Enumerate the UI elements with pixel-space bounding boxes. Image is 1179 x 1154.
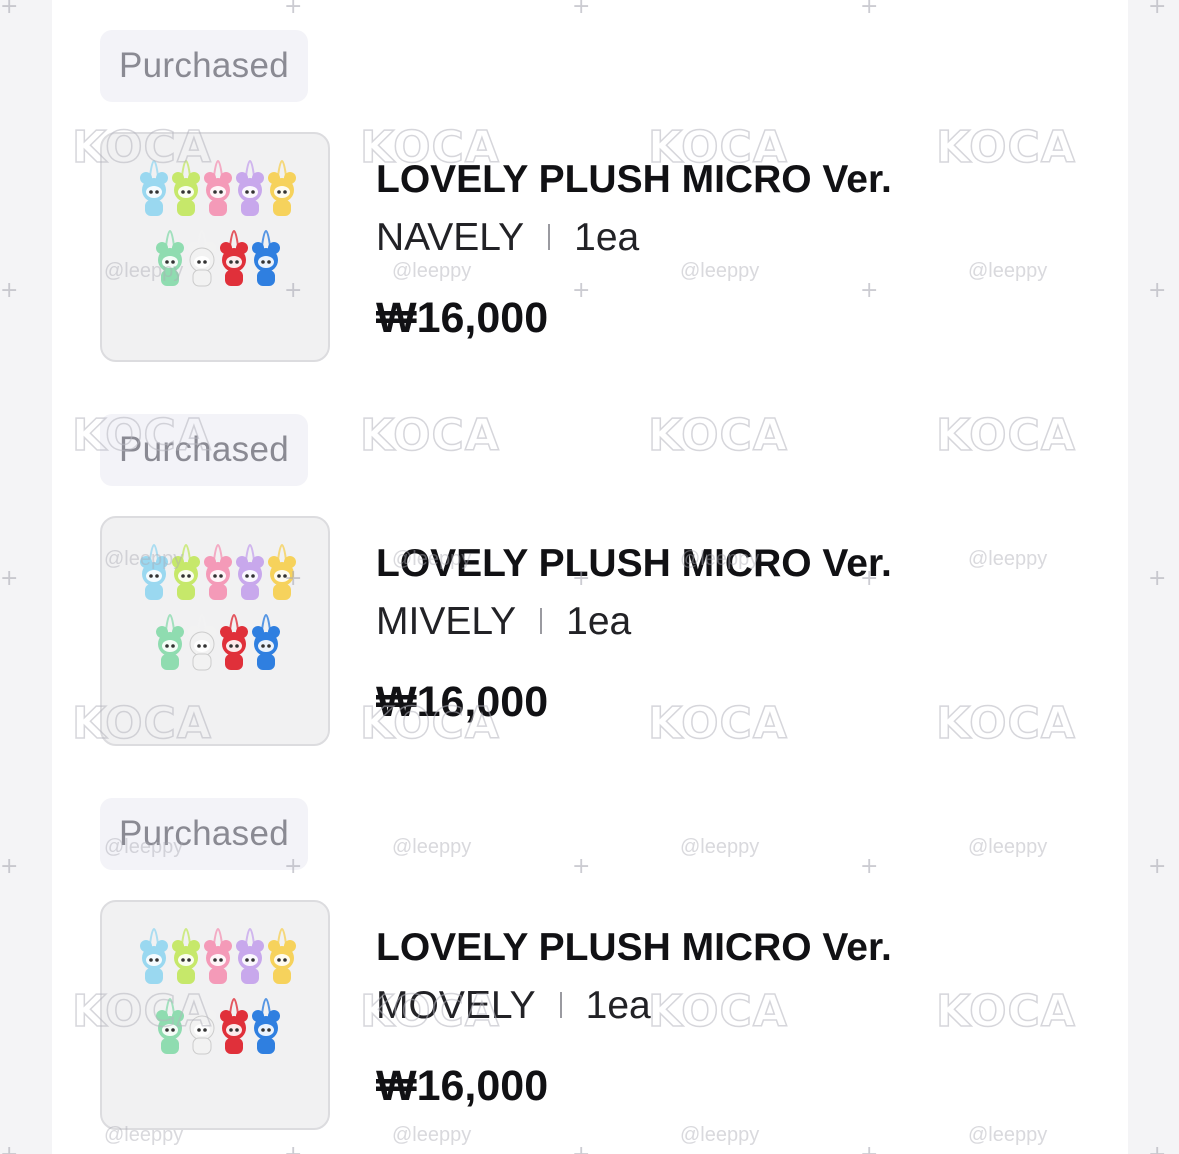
plush-image — [140, 160, 296, 287]
option-separator — [559, 991, 562, 1018]
order-item[interactable]: Purchased LOVELY PLUSH MICRO Ver. NAVELY… — [100, 0, 1100, 384]
plush-figure — [172, 160, 200, 216]
plush-figure — [236, 160, 264, 216]
order-item[interactable]: Purchased LOVELY PLUSH MICRO Ver. MIVELY… — [100, 384, 1100, 768]
product-name[interactable]: LOVELY PLUSH MICRO Ver. — [376, 918, 1076, 978]
plush-figure — [220, 614, 248, 670]
option-separator — [548, 223, 551, 250]
plush-figure — [204, 544, 232, 600]
product-option: MOVELY — [376, 984, 536, 1027]
watermark-cross-icon: + — [0, 278, 19, 303]
product-option-line: NAVELY 1ea — [376, 210, 1076, 266]
plush-figure — [204, 160, 232, 216]
product-thumbnail[interactable] — [100, 516, 330, 746]
watermark-cross-icon: + — [0, 1142, 18, 1154]
product-option-line: MIVELY 1ea — [376, 594, 1076, 650]
plush-figure — [236, 928, 264, 984]
product-info: LOVELY PLUSH MICRO Ver. NAVELY 1ea ₩16,00… — [376, 150, 1076, 348]
product-option-line: MOVELY 1ea — [376, 978, 1076, 1034]
plush-figure — [188, 614, 216, 671]
watermark-cross-icon: + — [1148, 0, 1167, 19]
plush-figure — [156, 998, 184, 1054]
plush-figure — [268, 160, 296, 216]
plush-figure — [268, 544, 296, 600]
product-price: ₩16,000 — [376, 294, 549, 342]
watermark-cross-icon: + — [0, 0, 19, 19]
product-info: LOVELY PLUSH MICRO Ver. MIVELY 1ea ₩16,00… — [376, 534, 1076, 732]
plush-figure — [252, 998, 280, 1054]
plush-image — [140, 928, 296, 1055]
plush-figure — [188, 998, 216, 1055]
product-option: MIVELY — [376, 600, 517, 643]
plush-figure — [236, 544, 264, 600]
product-quantity: 1ea — [574, 216, 640, 259]
watermark-cross-icon: + — [1148, 566, 1167, 591]
status-badge: Purchased — [100, 414, 308, 486]
product-price: ₩16,000 — [376, 678, 549, 726]
plush-figure — [156, 614, 184, 670]
product-quantity: 1ea — [585, 984, 651, 1027]
product-name[interactable]: LOVELY PLUSH MICRO Ver. — [376, 150, 1076, 210]
product-thumbnail[interactable] — [100, 900, 330, 1130]
option-separator — [540, 607, 543, 634]
plush-figure — [252, 230, 280, 286]
plush-figure — [172, 928, 200, 984]
plush-figure — [140, 160, 168, 216]
product-info: LOVELY PLUSH MICRO Ver. MOVELY 1ea ₩16,00… — [376, 918, 1076, 1116]
plush-figure — [140, 928, 168, 984]
watermark-cross-icon: + — [1148, 278, 1167, 303]
order-item[interactable]: Purchased LOVELY PLUSH MICRO Ver. MOVELY… — [100, 768, 1100, 1152]
plush-figure — [204, 928, 232, 984]
plush-figure — [268, 928, 296, 984]
plush-figure — [220, 230, 248, 286]
watermark-cross-icon: + — [0, 566, 19, 591]
watermark-cross-icon: + — [1148, 1142, 1166, 1154]
product-price: ₩16,000 — [376, 1062, 549, 1110]
product-thumbnail[interactable] — [100, 132, 330, 362]
plush-figure — [220, 998, 248, 1054]
plush-figure — [156, 230, 184, 286]
plush-figure — [172, 544, 200, 600]
order-list-page: Purchased LOVELY PLUSH MICRO Ver. NAVELY… — [0, 0, 1179, 1154]
status-badge: Purchased — [100, 798, 308, 870]
watermark-cross-icon: + — [1148, 854, 1167, 879]
plush-figure — [188, 230, 216, 287]
product-name[interactable]: LOVELY PLUSH MICRO Ver. — [376, 534, 1076, 594]
product-option: NAVELY — [376, 216, 525, 259]
watermark-cross-icon: + — [0, 854, 19, 879]
plush-figure — [252, 614, 280, 670]
plush-figure — [140, 544, 168, 600]
plush-image — [140, 544, 296, 671]
status-badge: Purchased — [100, 30, 308, 102]
product-quantity: 1ea — [566, 600, 632, 643]
